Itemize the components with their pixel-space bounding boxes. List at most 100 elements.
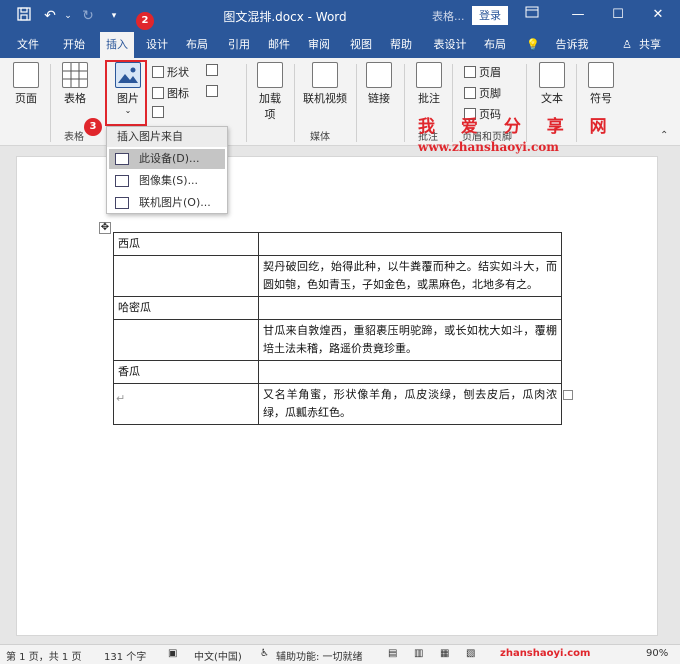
footer-label: 页脚 <box>479 87 501 100</box>
online-video-button[interactable]: 联机视频 <box>302 62 348 106</box>
tab-file[interactable]: 文件 <box>8 32 48 58</box>
table-cell[interactable] <box>258 232 562 256</box>
print-layout-icon[interactable]: ▦ <box>440 648 449 659</box>
tab-design[interactable]: 设计 <box>140 32 174 58</box>
image-collection-menu-item[interactable]: 图像集(S)... <box>109 171 225 191</box>
online-pictures-menu-item[interactable]: 联机图片(O)... <box>109 193 225 213</box>
pages-button[interactable]: 页面 <box>10 62 42 106</box>
shapes-button[interactable]: 形状 <box>152 64 189 80</box>
comment-icon <box>416 62 442 88</box>
login-button[interactable]: 登录 <box>472 6 508 25</box>
close-icon[interactable]: ✕ <box>646 4 670 26</box>
accessibility-icon: ♿ <box>260 648 269 659</box>
context-label: 表格... <box>432 10 465 23</box>
link-button[interactable]: 链接 <box>364 62 394 106</box>
page-count[interactable]: 第 1 页，共 1 页 <box>6 648 81 663</box>
ribbon-display-icon[interactable] <box>520 4 544 26</box>
ribbon-tabs: 文件 开始 插入 设计 布局 引用 邮件 审阅 视图 帮助 表设计 布局 💡 告… <box>0 32 680 58</box>
image-collection-label: 图像集(S)... <box>139 174 199 187</box>
table-row: 又名羊角蜜，形状像羊角，瓜皮淡绿，刨去皮后，瓜肉浓绿，瓜瓤赤红色。 <box>113 383 562 425</box>
tab-help[interactable]: 帮助 <box>384 32 418 58</box>
footer-icon <box>464 87 476 99</box>
table-row: 哈密瓜 <box>113 296 562 320</box>
tab-insert[interactable]: 插入 <box>100 32 134 58</box>
table-cell[interactable]: 哈密瓜 <box>113 296 259 320</box>
omega-icon <box>588 62 614 88</box>
this-device-label: 此设备(D)... <box>139 152 200 165</box>
tab-review[interactable]: 审阅 <box>302 32 336 58</box>
chart-icon[interactable] <box>206 64 221 77</box>
minimize-icon[interactable]: — <box>566 4 590 26</box>
table-icon <box>62 62 88 88</box>
language[interactable]: 中文(中国) <box>194 648 242 663</box>
tab-table-layout[interactable]: 布局 <box>478 32 512 58</box>
table-cell[interactable] <box>113 255 259 297</box>
tab-table-design[interactable]: 表设计 <box>428 32 472 58</box>
undo-icon[interactable]: ↶ <box>40 6 60 26</box>
smartart-icon[interactable] <box>152 106 167 119</box>
table-cell[interactable]: 甘瓜来自敦煌西，重貂裹压明驼蹄，或长如枕大如斗，覆棚培土法未稽，路遥价贵竟珍重。 <box>258 319 562 361</box>
device-icon <box>115 153 129 165</box>
proofing-icon[interactable]: ▣ <box>168 648 177 659</box>
table-resize-handle-icon[interactable] <box>563 390 573 400</box>
group-table-label: 表格 <box>64 132 84 143</box>
footer-button[interactable]: 页脚 <box>464 85 501 101</box>
table-cell[interactable]: 西瓜 <box>113 232 259 256</box>
header-button[interactable]: 页眉 <box>464 64 501 80</box>
accessibility-status[interactable]: 辅助功能: 一切就绪 <box>276 648 363 663</box>
comment-button[interactable]: 批注 <box>414 62 444 106</box>
pages-label: 页面 <box>15 92 37 105</box>
share-button[interactable]: 共享 <box>636 32 664 58</box>
read-mode-icon[interactable]: ▥ <box>414 648 423 659</box>
this-device-menu-item[interactable]: 此设备(D)... <box>109 149 225 169</box>
tell-me-box[interactable]: 告诉我 <box>552 32 592 58</box>
table-cell[interactable] <box>258 360 562 384</box>
redo-icon[interactable]: ↻ <box>78 6 98 26</box>
shapes-label: 形状 <box>167 66 189 79</box>
tab-references[interactable]: 引用 <box>222 32 256 58</box>
divider <box>404 64 405 142</box>
save-icon[interactable] <box>14 6 34 26</box>
web-layout-icon[interactable]: ▧ <box>466 648 475 659</box>
customize-qat-icon[interactable]: ▾ <box>104 6 124 26</box>
document-table: 西瓜 契丹破回纥，始得此种，以牛粪覆而种之。结实如斗大，而圆如匏，色如青玉，子如… <box>113 232 562 425</box>
icons-label: 图标 <box>167 87 189 100</box>
symbol-button[interactable]: 符号 <box>586 62 616 106</box>
watermark-url: www.zhanshaoyi.com <box>418 140 559 154</box>
zoom-level[interactable]: 90% <box>646 648 668 659</box>
table-cell[interactable] <box>258 296 562 320</box>
table-cell[interactable] <box>113 383 259 425</box>
divider <box>50 64 51 142</box>
table-cell[interactable]: 契丹破回纥，始得此种，以牛粪覆而种之。结实如斗大，而圆如匏，色如青玉，子如金色，… <box>258 255 562 297</box>
table-cell[interactable]: 香瓜 <box>113 360 259 384</box>
addins-label: 加载项 <box>259 92 281 121</box>
dropdown-header: 插入图片来自 <box>107 127 227 147</box>
collapse-ribbon-icon[interactable]: ⌃ <box>660 130 668 141</box>
user-icon: ♙ <box>622 38 632 51</box>
text-button[interactable]: 文本 <box>536 62 568 106</box>
table-row: 契丹破回纥，始得此种，以牛粪覆而种之。结实如斗大，而圆如匏，色如青玉，子如金色，… <box>113 255 562 297</box>
table-cell[interactable]: 又名羊角蜜，形状像羊角，瓜皮淡绿，刨去皮后，瓜肉浓绿，瓜瓤赤红色。 <box>258 383 562 425</box>
tab-home[interactable]: 开始 <box>52 32 96 58</box>
tab-layout[interactable]: 布局 <box>180 32 214 58</box>
icons-button[interactable]: 图标 <box>152 85 189 101</box>
tab-mailings[interactable]: 邮件 <box>262 32 296 58</box>
table-button[interactable]: 表格 <box>58 62 92 106</box>
lightbulb-icon: 💡 <box>526 38 540 51</box>
focus-icon[interactable]: ▤ <box>388 648 397 659</box>
group-media-label: 媒体 <box>310 132 330 143</box>
table-cell[interactable] <box>113 319 259 361</box>
status-bar: 第 1 页，共 1 页 131 个字 ▣ 中文(中国) ♿ 辅助功能: 一切就绪… <box>0 644 680 664</box>
screenshot-icon[interactable] <box>206 85 221 98</box>
maximize-icon[interactable]: ☐ <box>606 4 630 26</box>
addins-button[interactable]: 加载项 <box>254 62 286 122</box>
picture-highlight <box>105 60 147 126</box>
tab-view[interactable]: 视图 <box>344 32 378 58</box>
shapes-icon <box>152 66 164 78</box>
comment-label: 批注 <box>418 92 440 105</box>
image-collection-icon <box>115 175 129 187</box>
undo-dropdown-icon[interactable]: ⌄ <box>58 6 78 26</box>
online-pictures-icon <box>115 197 129 209</box>
table-move-handle-icon[interactable]: ✥ <box>99 222 111 234</box>
word-count[interactable]: 131 个字 <box>104 648 146 663</box>
